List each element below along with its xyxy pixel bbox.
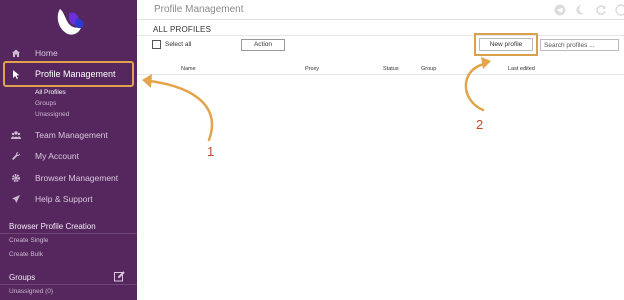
team-icon bbox=[11, 131, 21, 139]
moon-icon[interactable] bbox=[574, 4, 586, 16]
section-title-groups: Groups bbox=[9, 273, 36, 282]
sidebar-item-label: Browser Management bbox=[35, 173, 119, 183]
page-title: ALL PROFILES bbox=[153, 25, 212, 34]
search-input[interactable] bbox=[540, 39, 619, 51]
sidebar-item-label: Team Management bbox=[35, 130, 108, 140]
column-header-status: Status bbox=[383, 66, 399, 72]
divider bbox=[0, 284, 137, 285]
annotation-label-1: 1 bbox=[207, 144, 215, 159]
column-header-group: Group bbox=[421, 66, 437, 72]
new-profile-button[interactable]: New profile bbox=[479, 38, 533, 51]
sidebar: Home Profile Management All Profiles Gro… bbox=[0, 0, 137, 300]
telegram-icon[interactable] bbox=[554, 4, 566, 16]
select-all-checkbox[interactable] bbox=[152, 40, 161, 49]
gear-icon bbox=[12, 174, 20, 182]
sidebar-item-label: My Account bbox=[35, 151, 79, 161]
annotation-arrowhead-2 bbox=[481, 57, 491, 69]
sidebar-item-help-support[interactable]: Help & Support bbox=[0, 189, 137, 209]
select-all-label[interactable]: Select all bbox=[165, 41, 191, 48]
divider bbox=[137, 35, 624, 36]
sidebar-item-home[interactable]: Home bbox=[0, 43, 137, 63]
send-icon bbox=[12, 195, 20, 203]
divider bbox=[137, 74, 624, 75]
create-bulk-link[interactable]: Create Bulk bbox=[9, 251, 43, 258]
sidebar-item-browser-management[interactable]: Browser Management bbox=[0, 168, 137, 188]
sidebar-subitem-unassigned[interactable]: Unassigned bbox=[35, 111, 69, 118]
sidebar-subitem-all-profiles[interactable]: All Profiles bbox=[35, 89, 66, 96]
wrench-icon bbox=[12, 151, 21, 160]
section-title-browser-profile-creation: Browser Profile Creation bbox=[9, 222, 96, 231]
column-header-proxy: Proxy bbox=[305, 66, 320, 72]
sidebar-item-label: Home bbox=[35, 48, 58, 58]
group-unassigned-link[interactable]: Unassigned (0) bbox=[9, 288, 53, 295]
sidebar-item-label: Help & Support bbox=[35, 194, 93, 204]
annotation-label-2: 2 bbox=[476, 117, 484, 132]
divider bbox=[0, 233, 137, 234]
sidebar-item-team-management[interactable]: Team Management bbox=[0, 125, 137, 145]
header-title: Profile Management bbox=[154, 4, 244, 15]
column-header-last-edited: Last edited bbox=[508, 66, 535, 72]
home-icon bbox=[12, 49, 20, 57]
highlight-box bbox=[3, 61, 134, 87]
create-single-link[interactable]: Create Single bbox=[9, 237, 48, 244]
annotation-arrow-1 bbox=[148, 79, 214, 142]
header-bar: Profile Management bbox=[137, 0, 624, 20]
sidebar-item-my-account[interactable]: My Account bbox=[0, 146, 137, 166]
app-logo bbox=[57, 9, 84, 35]
column-header-name: Name bbox=[181, 66, 196, 72]
annotation-arrowhead-1 bbox=[142, 74, 152, 88]
refresh-icon[interactable] bbox=[595, 4, 607, 16]
annotation-arrow-2 bbox=[464, 62, 486, 112]
action-button[interactable]: Action bbox=[241, 39, 285, 51]
sidebar-subitem-groups[interactable]: Groups bbox=[35, 100, 56, 107]
edit-icon[interactable] bbox=[114, 271, 125, 282]
info-icon[interactable] bbox=[615, 4, 624, 16]
